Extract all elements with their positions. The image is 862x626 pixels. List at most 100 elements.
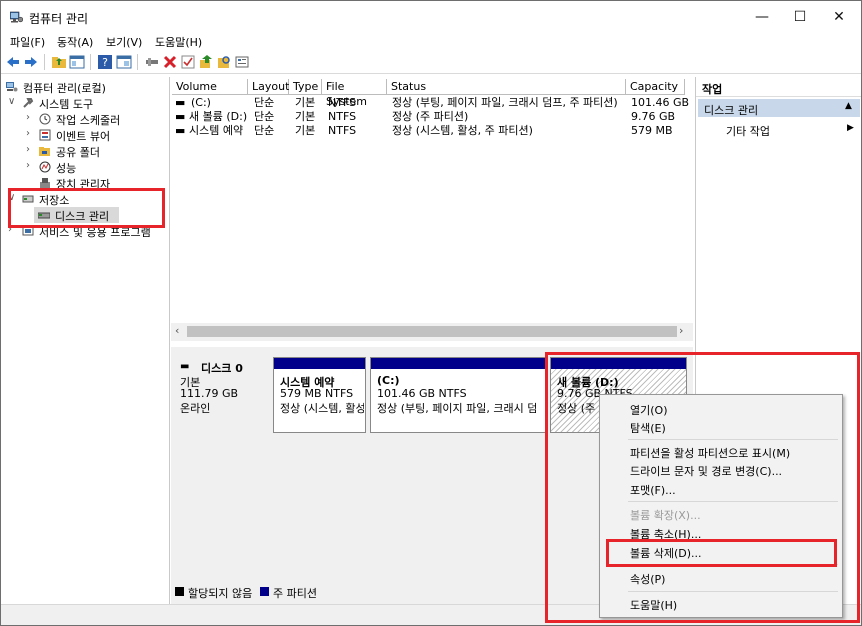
tree-label: 시스템 도구 <box>39 98 94 111</box>
back-icon[interactable] <box>5 54 21 70</box>
maximize-button[interactable]: ☐ <box>782 1 818 33</box>
drive-icon: ▬ <box>175 124 186 137</box>
partition-c[interactable]: (C:) 101.46 GB NTFS 정상 (부팅, 페이지 파일, 크래시 … <box>370 357 547 433</box>
maximize-icon: ☐ <box>793 9 807 25</box>
properties-icon[interactable] <box>234 54 250 70</box>
chevron-down-icon[interactable]: ∨ <box>8 96 15 107</box>
show-hide-tree-icon[interactable] <box>69 54 85 70</box>
table-row[interactable]: ▬ 새 볼륨 (D:) 단순 기본 NTFS 정상 (주 파티션) 9.76 G… <box>171 110 685 124</box>
primary-partition-swatch <box>260 587 269 596</box>
system-tools-icon <box>23 98 34 108</box>
scroll-left-icon[interactable]: ‹ <box>175 324 179 337</box>
actions-section-label: 디스크 관리 <box>704 104 759 117</box>
disk-size: 111.79 GB <box>180 387 239 400</box>
column-header-file-system[interactable]: File System <box>322 79 387 108</box>
collapse-icon[interactable]: ▲ <box>845 101 852 111</box>
computer-management-icon <box>6 82 18 92</box>
highlight-box-partition-menu <box>545 352 860 623</box>
console-icon[interactable] <box>116 54 132 70</box>
highlight-box-storage <box>8 188 165 228</box>
type-cell: 기본 <box>295 96 316 109</box>
clock-icon <box>39 113 51 125</box>
capacity-cell: 579 MB <box>631 124 673 137</box>
computer-management-icon <box>10 11 23 23</box>
drive-icon: ▬ <box>175 96 186 109</box>
column-header-volume[interactable]: Volume <box>172 79 248 95</box>
tree-item-task-scheduler[interactable]: › 작업 스케줄러 <box>1 111 170 127</box>
primary-partition-bar <box>274 358 365 369</box>
volume-cell: (C:) <box>191 96 211 109</box>
column-header-capacity[interactable]: Capacity <box>626 79 685 95</box>
volume-cell: 새 볼륨 (D:) <box>189 110 248 123</box>
help-icon[interactable]: ? <box>97 54 113 70</box>
window-title: 컴퓨터 관리 <box>29 12 89 26</box>
tree-label: 작업 스케줄러 <box>56 114 121 127</box>
tree-item-event-viewer[interactable]: › 이벤트 뷰어 <box>1 127 170 143</box>
status-cell: 정상 (시스템, 활성, 주 파티션) <box>392 124 533 137</box>
capacity-cell: 9.76 GB <box>631 110 676 123</box>
fs-cell: NTFS <box>328 124 357 137</box>
actions-more[interactable]: 기타 작업 ▶ <box>698 121 860 138</box>
volume-cell: 시스템 예약 <box>189 124 244 137</box>
export-icon[interactable] <box>198 54 214 70</box>
partition-size: 579 MB NTFS <box>280 387 354 400</box>
column-header-layout[interactable]: Layout <box>248 79 289 95</box>
disk-info[interactable]: ▬ 디스크 0 기본 111.79 GB 온라인 <box>171 355 271 437</box>
volume-list: Volume Layout Type File System Status Ca… <box>171 77 693 343</box>
shared-folder-icon <box>39 147 50 156</box>
table-row[interactable]: ▬ 시스템 예약 단순 기본 NTFS 정상 (시스템, 활성, 주 파티션) … <box>171 124 685 138</box>
menu-help[interactable]: 도움말(H) <box>155 34 202 50</box>
actions-header: 작업 <box>696 77 861 97</box>
menu-view[interactable]: 보기(V) <box>106 34 142 50</box>
find-icon[interactable] <box>216 54 232 70</box>
partition-name: (C:) <box>377 374 400 387</box>
column-header-status[interactable]: Status <box>387 79 626 95</box>
up-folder-icon[interactable] <box>51 54 67 70</box>
toolbar: ? <box>1 50 861 74</box>
tree-item-root[interactable]: 컴퓨터 관리(로컬) <box>1 79 170 95</box>
chevron-right-icon[interactable]: › <box>26 144 30 155</box>
partition-status: 정상 (부팅, 페이지 파일, 크래시 덤 <box>377 402 538 415</box>
scrollbar-thumb[interactable] <box>187 326 677 337</box>
chevron-right-icon[interactable]: › <box>26 160 30 171</box>
legend-unallocated: 할당되지 않음 <box>188 587 253 600</box>
tree-item-performance[interactable]: › 성능 <box>1 159 170 175</box>
disk-name: 디스크 0 <box>201 362 243 375</box>
svg-text:?: ? <box>102 56 108 69</box>
fs-cell: NTFS <box>328 110 357 123</box>
layout-cell: 단순 <box>254 124 275 137</box>
tree-item-shared-folders[interactable]: › 공유 폴더 <box>1 143 170 159</box>
legend-primary: 주 파티션 <box>273 587 317 600</box>
close-icon: ✕ <box>833 9 845 25</box>
delete-icon[interactable] <box>162 54 178 70</box>
status-cell: 정상 (주 파티션) <box>392 110 469 123</box>
connect-icon[interactable] <box>144 54 160 70</box>
drive-icon: ▬ <box>175 110 186 123</box>
minimize-button[interactable]: — <box>744 1 780 33</box>
forward-icon[interactable] <box>23 54 39 70</box>
tree-item-system-tools[interactable]: ∨ 시스템 도구 <box>1 95 170 111</box>
partition-status: 정상 (시스템, 활성 <box>280 402 364 415</box>
horizontal-scrollbar[interactable]: ‹ › <box>171 323 693 341</box>
actions-section-disk-management[interactable]: 디스크 관리 ▲ <box>698 99 860 117</box>
close-button[interactable]: ✕ <box>821 1 857 33</box>
tree-label: 성능 <box>56 162 77 175</box>
performance-icon <box>39 161 51 173</box>
primary-partition-bar <box>371 358 546 369</box>
menu-file[interactable]: 파일(F) <box>10 34 45 50</box>
disk-icon: ▬ <box>180 361 190 372</box>
chevron-right-icon[interactable]: › <box>26 128 30 139</box>
chevron-right-icon[interactable]: › <box>26 112 30 123</box>
column-header-type[interactable]: Type <box>289 79 322 95</box>
status-cell: 정상 (부팅, 페이지 파일, 크래시 덤프, 주 파티션) <box>392 96 618 109</box>
layout-cell: 단순 <box>254 110 275 123</box>
menu-action[interactable]: 동작(A) <box>57 34 93 50</box>
unallocated-swatch <box>175 587 184 596</box>
scroll-right-icon[interactable]: › <box>679 324 683 337</box>
check-icon[interactable] <box>180 54 196 70</box>
tree-label: 컴퓨터 관리(로컬) <box>23 82 106 95</box>
computer-management-window: 컴퓨터 관리 — ☐ ✕ 파일(F) 동작(A) 보기(V) 도움말(H) ? … <box>0 0 862 626</box>
type-cell: 기본 <box>295 110 316 123</box>
table-row[interactable]: ▬ (C:) 단순 기본 NTFS 정상 (부팅, 페이지 파일, 크래시 덤프… <box>171 96 689 110</box>
partition-system-reserved[interactable]: 시스템 예약 579 MB NTFS 정상 (시스템, 활성 <box>273 357 366 433</box>
